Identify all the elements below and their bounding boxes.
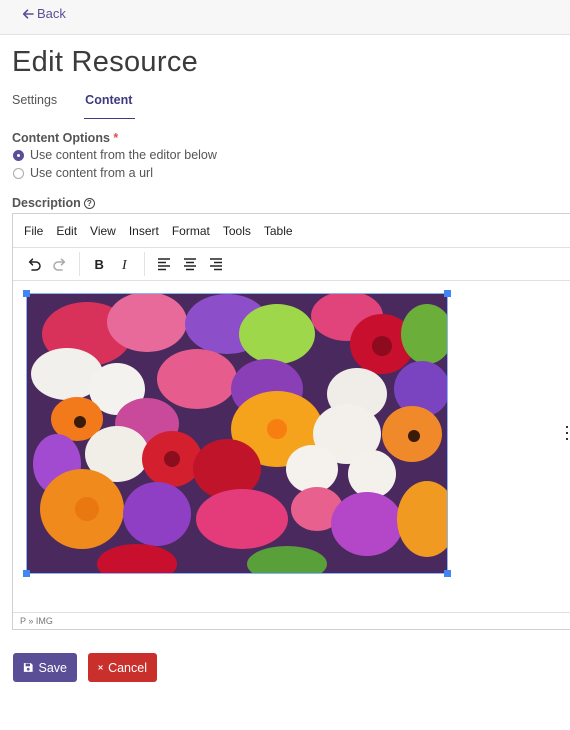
redo-icon [53, 258, 66, 271]
toolbar-divider [79, 252, 80, 276]
menu-view[interactable]: View [90, 224, 116, 238]
menu-format[interactable]: Format [172, 224, 210, 238]
required-mark: * [113, 131, 119, 145]
page-title: Edit Resource [12, 46, 199, 78]
radio-use-url[interactable]: Use content from a url [13, 166, 153, 180]
description-label: Description? [12, 196, 95, 210]
tab-bar: Settings Content [12, 93, 162, 119]
bold-icon: B [95, 257, 104, 272]
cancel-button[interactable]: Cancel [88, 653, 157, 682]
editor-toolbar: B I [13, 248, 570, 281]
radio-button[interactable] [13, 167, 24, 179]
save-label: Save [38, 660, 68, 675]
radio-use-editor[interactable]: Use content from the editor below [13, 148, 217, 162]
content-options-label-text: Content Options [12, 131, 110, 145]
italic-button[interactable]: I [112, 251, 138, 277]
element-path: P » IMG [20, 616, 53, 626]
resize-handle-bottom-left[interactable] [23, 570, 30, 577]
radio-label: Use content from a url [30, 166, 153, 180]
undo-button[interactable] [21, 251, 47, 277]
align-center-icon [184, 258, 196, 271]
flowers-image[interactable] [26, 293, 448, 574]
radio-button-checked[interactable] [13, 149, 24, 161]
menu-table[interactable]: Table [264, 224, 293, 238]
resize-handle-bottom-right[interactable] [444, 570, 451, 577]
redo-button[interactable] [47, 251, 73, 277]
toolbar-divider [144, 252, 145, 276]
menu-tools[interactable]: Tools [223, 224, 251, 238]
question-circle-icon[interactable]: ? [83, 198, 95, 209]
align-center-button[interactable] [177, 251, 203, 277]
align-right-button[interactable] [203, 251, 229, 277]
floppy-disk-icon [23, 663, 33, 672]
drag-grip-icon[interactable] [565, 426, 569, 447]
bold-button[interactable]: B [86, 251, 112, 277]
description-label-text: Description [12, 196, 81, 210]
content-options-label: Content Options * [12, 131, 118, 145]
back-link[interactable]: Back [22, 6, 66, 21]
rich-text-editor[interactable]: File Edit View Insert Format Tools Table… [12, 213, 570, 630]
cancel-label: Cancel [108, 660, 147, 675]
editor-content-area[interactable] [13, 281, 570, 614]
back-label: Back [37, 6, 66, 21]
editor-statusbar: P » IMG [13, 612, 570, 629]
radio-label: Use content from the editor below [30, 148, 217, 162]
undo-icon [28, 258, 41, 271]
resize-handle-top-right[interactable] [444, 290, 451, 297]
menu-file[interactable]: File [24, 224, 43, 238]
align-right-icon [210, 258, 222, 271]
close-icon [98, 665, 103, 670]
resize-handle-top-left[interactable] [23, 290, 30, 297]
tab-settings[interactable]: Settings [12, 93, 57, 119]
top-bar: Back [0, 0, 570, 35]
save-button[interactable]: Save [13, 653, 77, 682]
align-left-button[interactable] [151, 251, 177, 277]
flowers-illustration [27, 294, 447, 573]
italic-icon: I [121, 258, 128, 272]
svg-text:I: I [121, 258, 128, 272]
align-left-icon [158, 258, 170, 271]
svg-text:B: B [95, 257, 104, 272]
tab-content[interactable]: Content [84, 93, 136, 119]
menu-insert[interactable]: Insert [129, 224, 159, 238]
arrow-left-icon [22, 8, 34, 19]
menu-edit[interactable]: Edit [56, 224, 77, 238]
editor-menubar: File Edit View Insert Format Tools Table [13, 214, 570, 248]
